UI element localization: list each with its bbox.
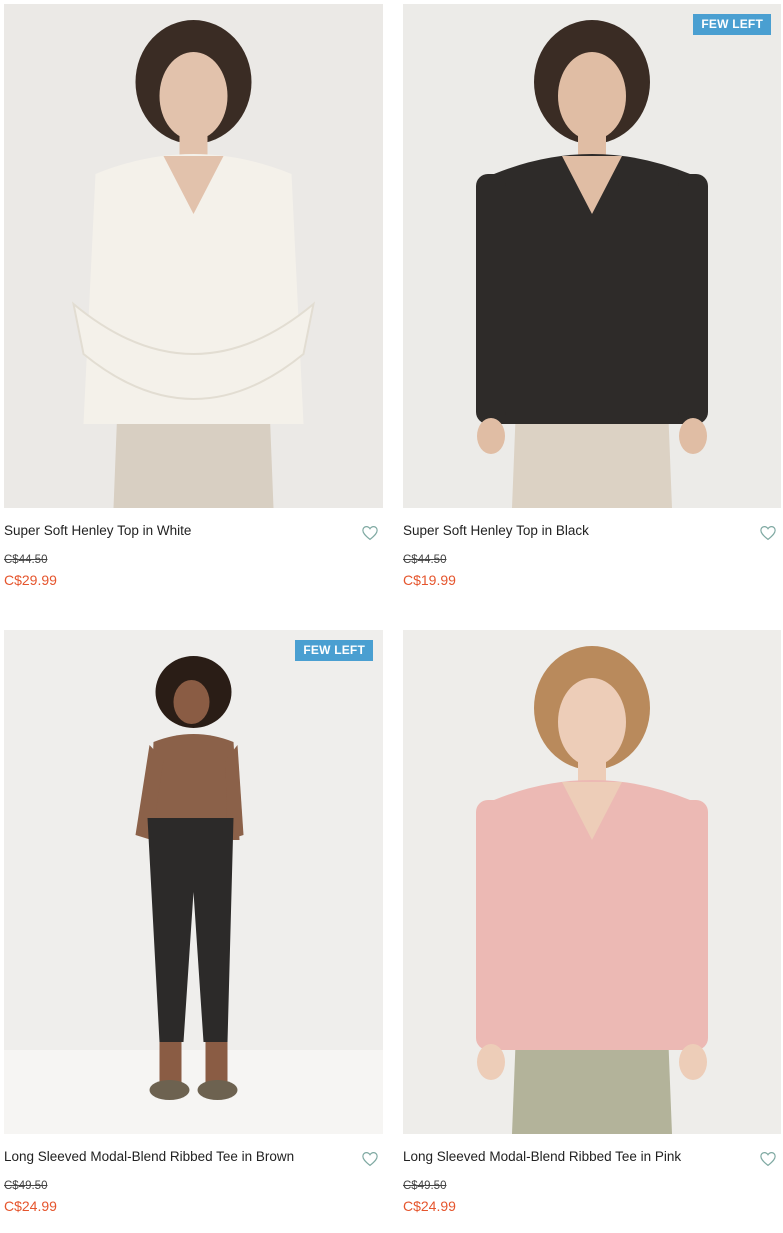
product-name[interactable]: Long Sleeved Modal-Blend Ribbed Tee in P… — [403, 1148, 781, 1166]
heart-icon[interactable] — [361, 524, 379, 542]
sale-price: C$24.99 — [4, 1198, 57, 1214]
product-image[interactable]: FEW LEFT — [4, 630, 383, 1134]
product-card[interactable]: FEW LEFT Long Sleeved Modal-Blend Ribbed… — [4, 630, 383, 1215]
product-card[interactable]: Super Soft Henley Top in White C$44.50 C… — [4, 4, 383, 589]
model-photo — [403, 630, 781, 1134]
product-name[interactable]: Super Soft Henley Top in White — [4, 522, 383, 540]
sale-price: C$29.99 — [4, 572, 57, 588]
model-photo — [4, 4, 383, 508]
original-price: C$44.50 — [4, 554, 48, 566]
sale-price: C$24.99 — [403, 1198, 456, 1214]
product-name[interactable]: Super Soft Henley Top in Black — [403, 522, 781, 540]
heart-icon[interactable] — [759, 524, 777, 542]
product-info: Super Soft Henley Top in White C$44.50 C… — [4, 508, 383, 589]
product-info: Super Soft Henley Top in Black C$44.50 C… — [403, 508, 781, 589]
original-price: C$49.50 — [4, 1180, 48, 1192]
original-price: C$44.50 — [403, 554, 447, 566]
few-left-badge: FEW LEFT — [693, 14, 771, 35]
product-info: Long Sleeved Modal-Blend Ribbed Tee in B… — [4, 1134, 383, 1215]
original-price: C$49.50 — [403, 1180, 447, 1192]
product-image[interactable] — [403, 630, 781, 1134]
product-info: Long Sleeved Modal-Blend Ribbed Tee in P… — [403, 1134, 781, 1215]
heart-icon[interactable] — [759, 1150, 777, 1168]
product-image[interactable]: FEW LEFT — [403, 4, 781, 508]
sale-price: C$19.99 — [403, 572, 456, 588]
product-image[interactable] — [4, 4, 383, 508]
product-name[interactable]: Long Sleeved Modal-Blend Ribbed Tee in B… — [4, 1148, 383, 1166]
product-card[interactable]: Long Sleeved Modal-Blend Ribbed Tee in P… — [403, 630, 781, 1215]
heart-icon[interactable] — [361, 1150, 379, 1168]
model-photo — [403, 4, 781, 508]
product-grid: Super Soft Henley Top in White C$44.50 C… — [0, 0, 783, 1233]
product-card[interactable]: FEW LEFT Super Soft Henley Top in Black … — [403, 4, 781, 589]
few-left-badge: FEW LEFT — [295, 640, 373, 661]
model-photo — [4, 630, 383, 1134]
